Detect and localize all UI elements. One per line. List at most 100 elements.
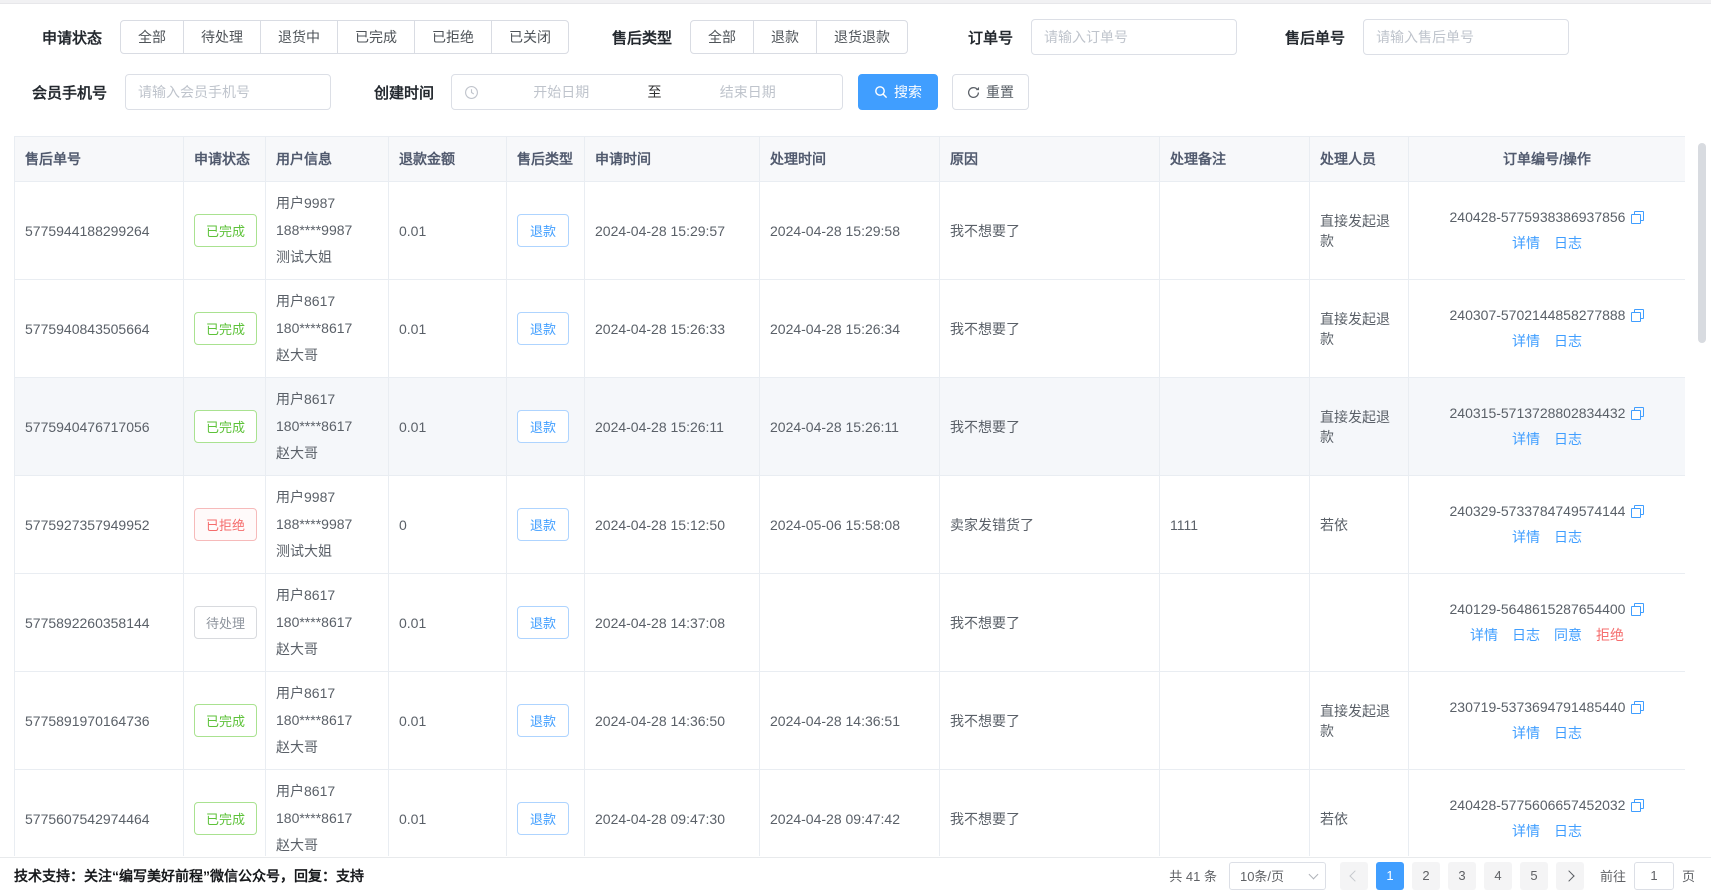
detail-link[interactable]: 详情 [1512, 823, 1540, 839]
status-badge: 已完成 [194, 802, 257, 835]
start-date-placeholder[interactable]: 开始日期 [479, 82, 644, 102]
apply-time-cell: 2024-04-28 14:37:08 [585, 574, 760, 672]
reset-button[interactable]: 重置 [952, 74, 1029, 110]
detail-link[interactable]: 详情 [1512, 235, 1540, 251]
type-badge: 退款 [517, 214, 569, 247]
type-cell: 退款 [507, 378, 585, 476]
log-link[interactable]: 日志 [1554, 431, 1582, 447]
reject-link[interactable]: 拒绝 [1596, 627, 1624, 643]
page-size-select[interactable]: 10条/页 [1229, 862, 1326, 890]
user-info-line: 赵大哥 [276, 440, 378, 467]
filter-option-退货中[interactable]: 退货中 [260, 20, 338, 54]
filter-option-待处理[interactable]: 待处理 [183, 20, 261, 54]
copy-icon[interactable] [1631, 407, 1644, 420]
phone-label: 会员手机号 [32, 82, 107, 103]
filter-option-退货退款[interactable]: 退货退款 [816, 20, 908, 54]
filter-option-全部[interactable]: 全部 [690, 20, 754, 54]
user-info-line: 188****9987 [276, 217, 378, 244]
action-links: 详情日志 [1419, 331, 1675, 351]
vertical-scrollbar[interactable] [1698, 143, 1706, 851]
handle-time-cell: 2024-04-28 15:29:58 [760, 182, 940, 280]
user-info-line: 用户8617 [276, 778, 378, 805]
aftersale-no-input[interactable] [1363, 19, 1569, 55]
goto-page-input[interactable] [1634, 862, 1674, 890]
status-badge: 已拒绝 [194, 508, 257, 541]
action-links: 详情日志同意拒绝 [1419, 625, 1675, 645]
log-link[interactable]: 日志 [1554, 725, 1582, 741]
table-row: 5775892260358144待处理用户8617180****8617赵大哥0… [15, 574, 1686, 672]
order-op-cell: 240307-5702144858277888详情日志 [1409, 280, 1686, 378]
table-row: 5775940843505664已完成用户8617180****8617赵大哥0… [15, 280, 1686, 378]
apply-time-cell: 2024-04-28 09:47:30 [585, 770, 760, 857]
detail-link[interactable]: 详情 [1512, 431, 1540, 447]
handle-time-cell [760, 574, 940, 672]
user-info-line: 用户9987 [276, 484, 378, 511]
log-link[interactable]: 日志 [1554, 235, 1582, 251]
handler-cell: 直接发起退款 [1310, 672, 1409, 770]
status-cell: 已完成 [184, 280, 266, 378]
filter-option-全部[interactable]: 全部 [120, 20, 184, 54]
copy-icon[interactable] [1631, 211, 1644, 224]
page-button-3[interactable]: 3 [1448, 862, 1476, 890]
search-button[interactable]: 搜索 [858, 74, 938, 110]
copy-icon[interactable] [1631, 309, 1644, 322]
filter-option-退款[interactable]: 退款 [753, 20, 817, 54]
aftersale-no-cell: 5775927357949952 [15, 476, 184, 574]
log-link[interactable]: 日志 [1554, 529, 1582, 545]
detail-link[interactable]: 详情 [1512, 529, 1540, 545]
log-link[interactable]: 日志 [1512, 627, 1540, 643]
order-no-label: 订单号 [968, 27, 1013, 48]
approve-link[interactable]: 同意 [1554, 627, 1582, 643]
remark-cell [1160, 280, 1310, 378]
copy-icon[interactable] [1631, 603, 1644, 616]
handle-time-cell: 2024-04-28 15:26:11 [760, 378, 940, 476]
search-button-label: 搜索 [894, 82, 922, 102]
user-info-cell: 用户8617180****8617赵大哥 [266, 770, 389, 857]
type-cell: 退款 [507, 280, 585, 378]
order-op-cell: 240428-5775938386937856详情日志 [1409, 182, 1686, 280]
table-body: 5775944188299264已完成用户9987188****9987测试大姐… [15, 182, 1686, 857]
page-button-4[interactable]: 4 [1484, 862, 1512, 890]
user-info-cell: 用户9987188****9987测试大姐 [266, 476, 389, 574]
page-button-1[interactable]: 1 [1376, 862, 1404, 890]
order-no-input[interactable] [1031, 19, 1237, 55]
chevron-right-icon [1563, 870, 1574, 881]
type-filter-group: 全部退款退货退款 [690, 20, 908, 54]
filter-option-已完成[interactable]: 已完成 [337, 20, 415, 54]
user-info-cell: 用户9987188****9987测试大姐 [266, 182, 389, 280]
support-text: 技术支持：关注“编写美好前程”微信公众号，回复：支持 [14, 866, 364, 886]
end-date-placeholder[interactable]: 结束日期 [666, 82, 831, 102]
prev-page-button[interactable] [1340, 862, 1368, 890]
footer-bar: 技术支持：关注“编写美好前程”微信公众号，回复：支持 共 41 条 10条/页 … [0, 857, 1711, 893]
date-range-picker[interactable]: 开始日期 至 结束日期 [451, 74, 843, 110]
filter-option-已关闭[interactable]: 已关闭 [491, 20, 569, 54]
aftersale-no-cell: 5775891970164736 [15, 672, 184, 770]
reason-cell: 我不想要了 [940, 182, 1160, 280]
created-time-label: 创建时间 [374, 82, 434, 103]
date-range-separator: 至 [644, 82, 666, 102]
phone-input[interactable] [125, 74, 331, 110]
next-page-button[interactable] [1556, 862, 1584, 890]
copy-icon[interactable] [1631, 799, 1644, 812]
status-cell: 已完成 [184, 770, 266, 857]
log-link[interactable]: 日志 [1554, 823, 1582, 839]
type-cell: 退款 [507, 182, 585, 280]
type-badge: 退款 [517, 312, 569, 345]
detail-link[interactable]: 详情 [1512, 725, 1540, 741]
copy-icon[interactable] [1631, 701, 1644, 714]
status-cell: 已拒绝 [184, 476, 266, 574]
copy-icon[interactable] [1631, 505, 1644, 518]
filter-option-已拒绝[interactable]: 已拒绝 [414, 20, 492, 54]
user-info-line: 测试大姐 [276, 538, 378, 565]
order-line: 240129-5648615287654400 [1419, 601, 1675, 617]
page-button-5[interactable]: 5 [1520, 862, 1548, 890]
detail-link[interactable]: 详情 [1512, 333, 1540, 349]
filter-row-1: 申请状态 全部待处理退货中已完成已拒绝已关闭 售后类型 全部退款退货退款 订单号… [42, 19, 1711, 55]
refund-amount-cell: 0.01 [389, 280, 507, 378]
page-button-2[interactable]: 2 [1412, 862, 1440, 890]
log-link[interactable]: 日志 [1554, 333, 1582, 349]
detail-link[interactable]: 详情 [1470, 627, 1498, 643]
scrollbar-thumb[interactable] [1698, 143, 1706, 343]
column-header: 退款金额 [389, 137, 507, 182]
reason-cell: 我不想要了 [940, 574, 1160, 672]
